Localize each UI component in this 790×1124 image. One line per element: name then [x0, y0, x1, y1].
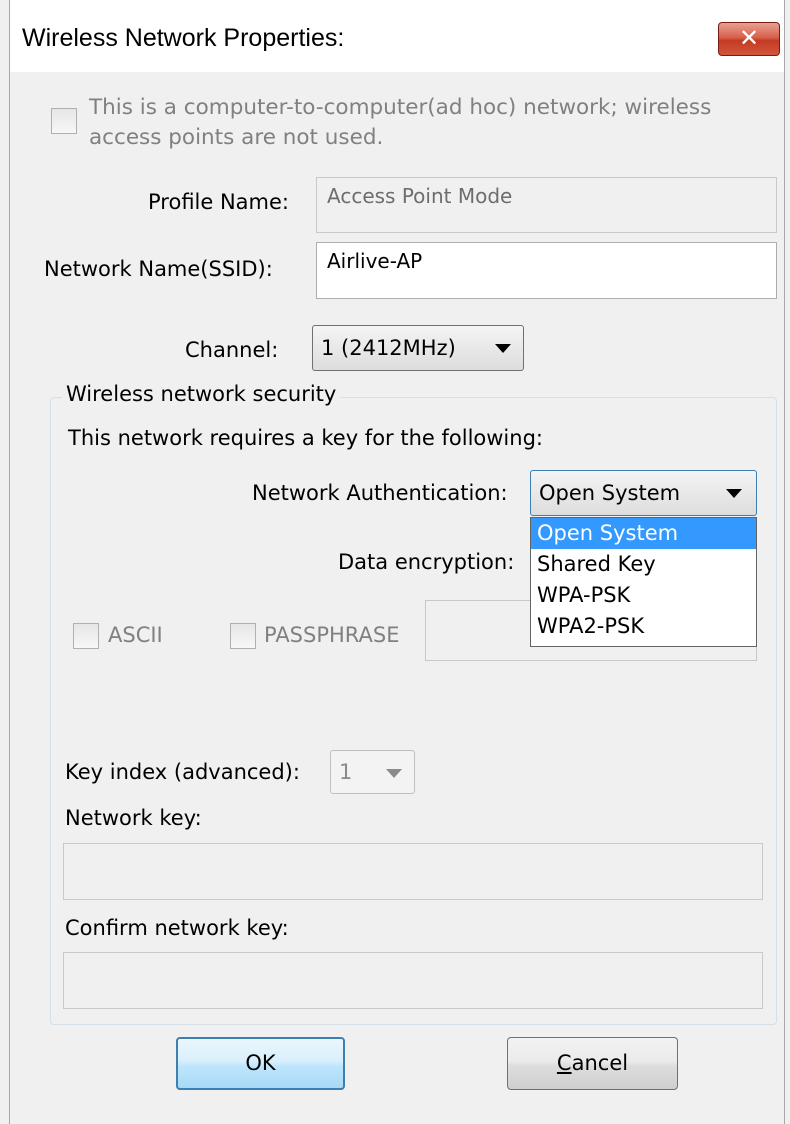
- chevron-down-icon: [386, 769, 402, 778]
- ok-button[interactable]: OK: [176, 1037, 345, 1090]
- channel-select[interactable]: 1 (2412MHz): [312, 325, 524, 371]
- adhoc-label-line2: access points are not used.: [89, 125, 384, 150]
- window-frame-left: [0, 0, 10, 1124]
- auth-label: Network Authentication:: [252, 481, 508, 505]
- passphrase-checkbox[interactable]: [230, 623, 256, 649]
- window-top-edge: [0, 0, 790, 12]
- security-intro: This network requires a key for the foll…: [68, 426, 543, 450]
- security-group-title: Wireless network security: [62, 382, 341, 406]
- auth-option-open-system[interactable]: Open System: [531, 518, 756, 549]
- auth-option-wpa2-psk[interactable]: WPA2-PSK: [531, 611, 756, 642]
- encryption-label: Data encryption:: [338, 550, 515, 574]
- ssid-field[interactable]: Airlive-AP: [316, 242, 777, 299]
- chevron-down-icon: [495, 344, 511, 353]
- adhoc-checkbox[interactable]: [51, 108, 77, 134]
- auth-option-shared-key[interactable]: Shared Key: [531, 549, 756, 580]
- window-title: Wireless Network Properties:: [22, 24, 345, 52]
- channel-select-value: 1 (2412MHz): [321, 336, 456, 360]
- ascii-checkbox[interactable]: [73, 623, 99, 649]
- key-index-value: 1: [339, 760, 353, 784]
- adhoc-label-line1: This is a computer-to-computer(ad hoc) n…: [89, 95, 712, 120]
- auth-dropdown-list: Open System Shared Key WPA-PSK WPA2-PSK: [530, 517, 757, 647]
- confirm-key-field: [63, 952, 763, 1009]
- auth-option-wpa-psk[interactable]: WPA-PSK: [531, 580, 756, 611]
- adhoc-label: This is a computer-to-computer(ad hoc) n…: [89, 93, 711, 153]
- ssid-label: Network Name(SSID):: [44, 257, 273, 281]
- cancel-button[interactable]: Cancel: [507, 1037, 678, 1090]
- key-index-select: 1: [330, 750, 415, 794]
- channel-label: Channel:: [185, 338, 279, 362]
- window-frame-right: [784, 0, 790, 1124]
- close-button[interactable]: ✕: [718, 22, 780, 56]
- passphrase-label: PASSPHRASE: [264, 623, 400, 647]
- auth-select-value: Open System: [539, 481, 681, 505]
- key-index-label: Key index (advanced):: [65, 760, 300, 784]
- ascii-label: ASCII: [108, 623, 163, 647]
- profile-name-field: Access Point Mode: [316, 177, 777, 233]
- network-key-field: [63, 843, 763, 900]
- close-icon: ✕: [738, 24, 760, 52]
- auth-select[interactable]: Open System: [530, 470, 757, 516]
- profile-name-label: Profile Name:: [148, 190, 290, 214]
- network-key-label: Network key:: [65, 806, 202, 830]
- chevron-down-icon: [726, 489, 742, 498]
- confirm-key-label: Confirm network key:: [65, 916, 289, 940]
